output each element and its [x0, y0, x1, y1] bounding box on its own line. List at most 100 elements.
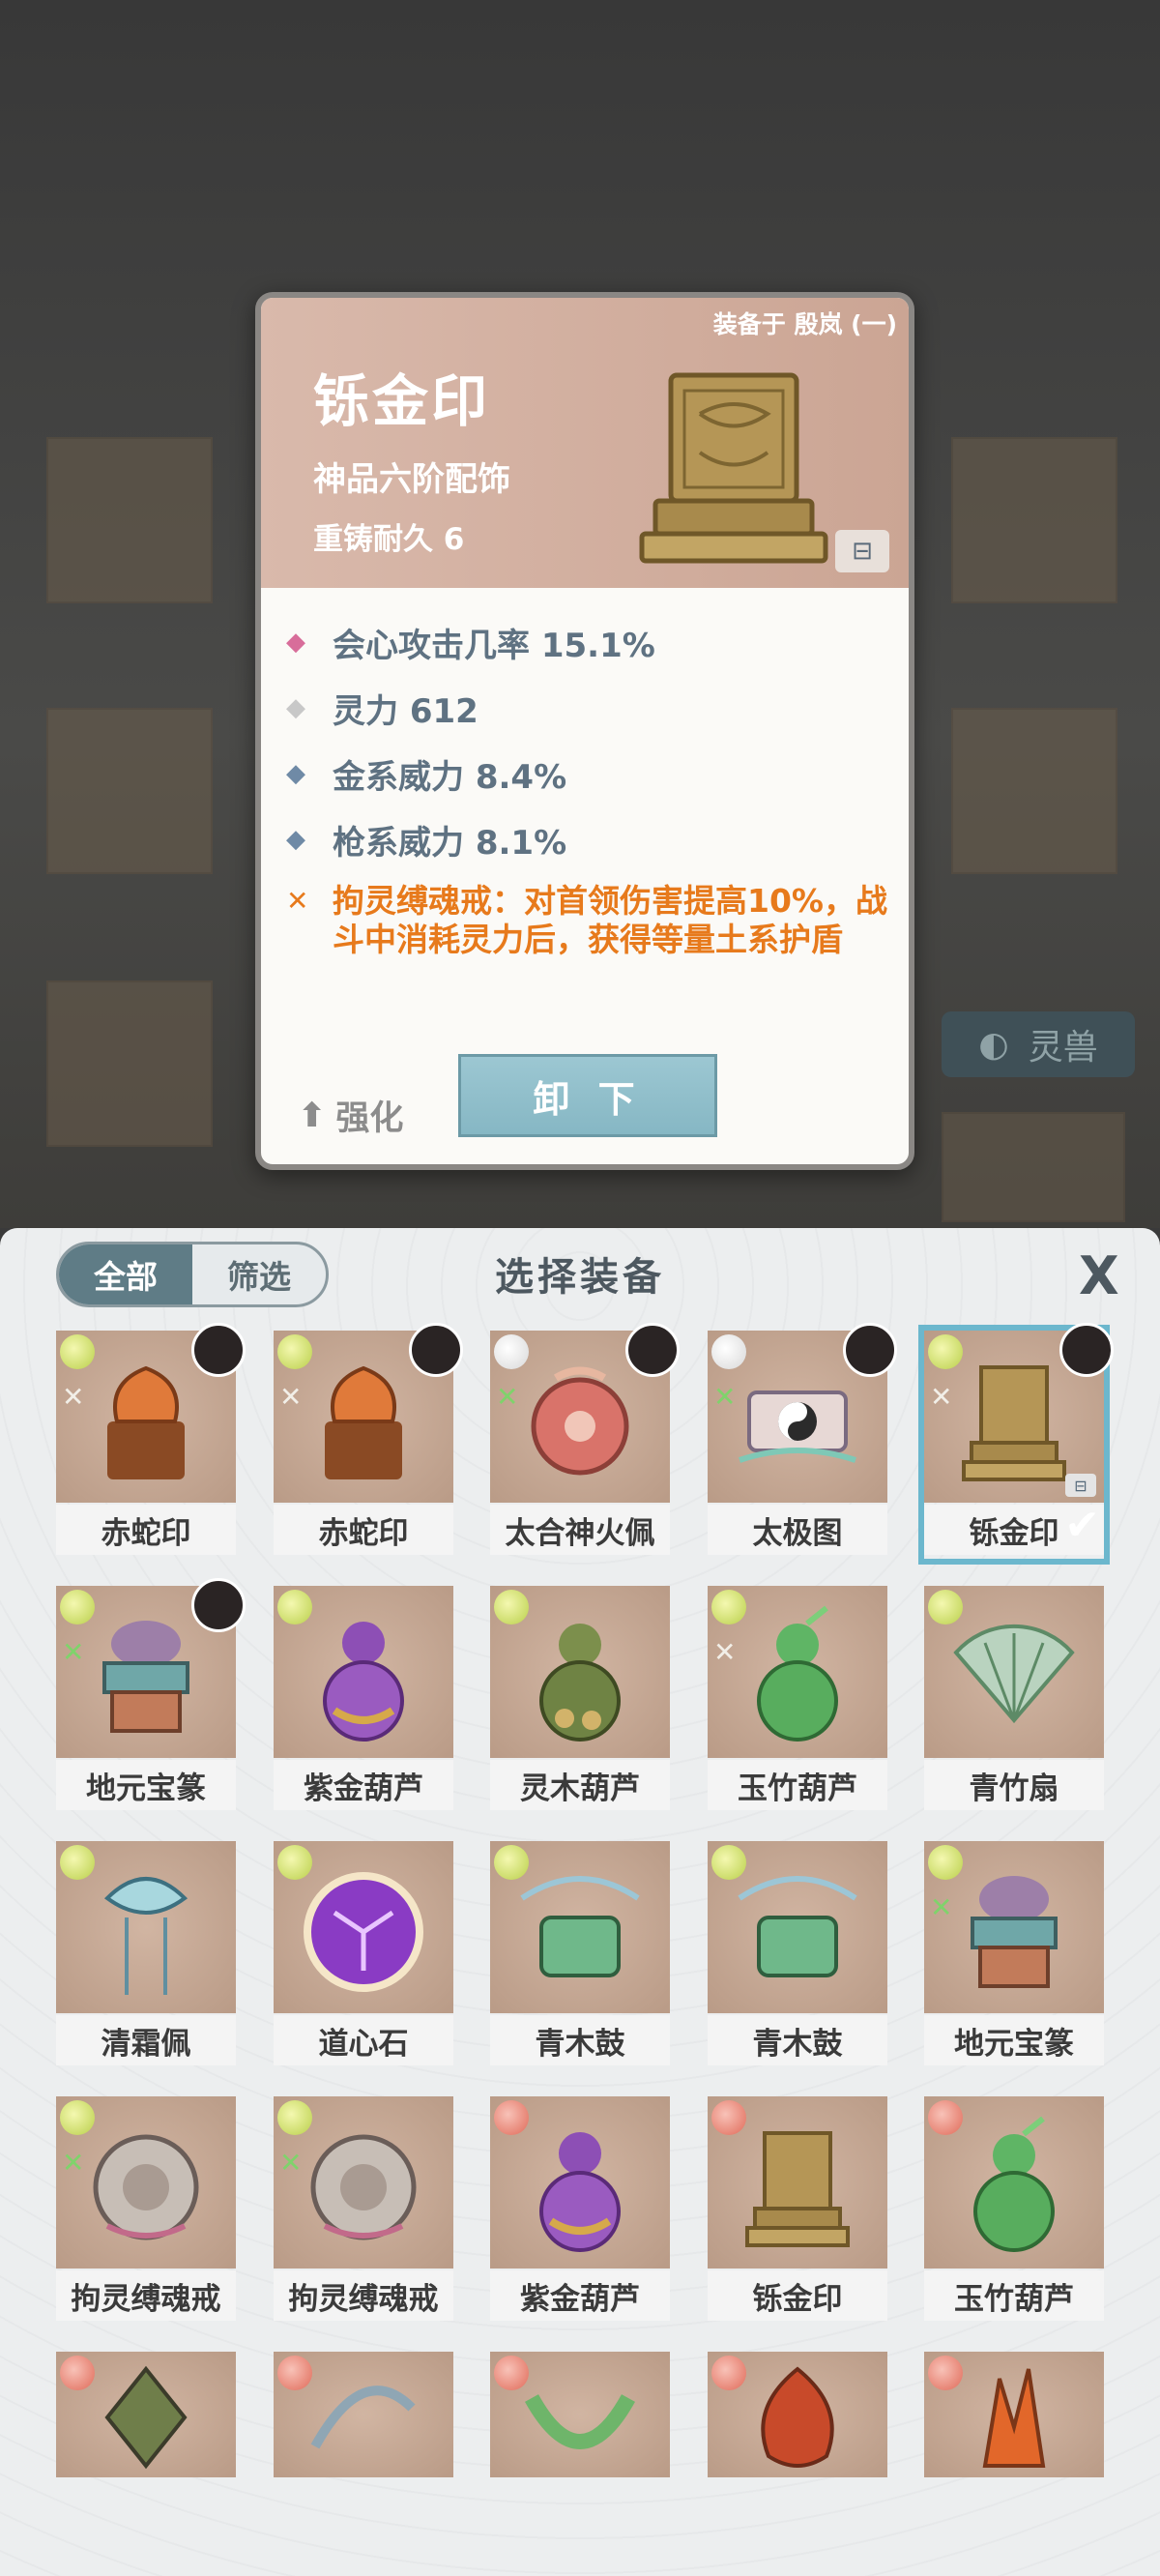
select-equipment-sheet: 全部 筛选 选择装备 X ✕ 赤蛇印 ✕ 赤蛇印 ✕ 太合神火佩 ✕ 太极图 ✕ 铄金印 ⊟ ✔ ✕ 地元…	[0, 1228, 1160, 2576]
equipment-item[interactable]: 青木鼓	[490, 1841, 670, 2069]
character-avatar	[843, 1323, 897, 1377]
fire-crystal-icon	[956, 2359, 1072, 2477]
set-mark-icon: ✕	[930, 1381, 953, 1413]
incense-burner-icon	[951, 1864, 1077, 2004]
item-name: 铄金印	[313, 368, 491, 434]
equipment-item[interactable]: ✕ 赤蛇印	[56, 1323, 246, 1559]
wood-drum-icon	[730, 1869, 865, 1999]
rank-badge-icon	[60, 2100, 95, 2135]
bg-boots-slot[interactable]	[46, 981, 213, 1147]
item-label: 青竹扇	[924, 1760, 1104, 1810]
jade-gourd-icon	[956, 2115, 1072, 2264]
enhance-label: 强化	[335, 1099, 404, 1138]
unequip-button[interactable]: 卸 下	[458, 1054, 717, 1137]
character-avatar	[625, 1323, 680, 1377]
equipment-item[interactable]: 灵木葫芦	[490, 1586, 670, 1814]
set-mark-icon: ✕	[713, 1381, 737, 1413]
equipment-item[interactable]: 青木鼓	[708, 1841, 887, 2069]
equipment-item[interactable]: ✕ 太合神火佩	[490, 1323, 680, 1559]
checkmark-icon: ✔	[1064, 1501, 1100, 1550]
equipment-item[interactable]: 青竹扇	[924, 1586, 1104, 1814]
rank-badge-icon	[711, 1845, 746, 1880]
set-mark-icon: ✕	[279, 1381, 303, 1413]
lock-icon[interactable]: ⊟	[835, 530, 889, 572]
bg-accessory-slot[interactable]	[951, 437, 1117, 603]
stat-row: ◆ 金系威力 8.4%	[286, 741, 895, 806]
set-mark-icon: ✕	[279, 2147, 303, 2179]
character-avatar	[409, 1323, 463, 1377]
rank-badge-icon	[60, 2356, 95, 2390]
equipped-by-label: 装备于 殷岚 (一)	[712, 310, 897, 338]
equipment-item[interactable]: ✕ 玉竹葫芦	[708, 1586, 887, 1814]
amulet-icon	[88, 2359, 204, 2477]
rank-badge-icon	[494, 1334, 529, 1369]
item-label: 紫金葫芦	[274, 1760, 453, 1810]
enhance-button[interactable]: ⬆ 强化	[298, 1091, 403, 1140]
equipment-item[interactable]: ✕ 地元宝篆	[924, 1841, 1104, 2069]
bamboo-fan-icon	[946, 1614, 1082, 1743]
equipment-item[interactable]: ✕ 地元宝篆	[56, 1578, 246, 1814]
rank-badge-icon	[928, 1590, 963, 1625]
arrow-up-icon: ⬆	[298, 1096, 327, 1135]
equipment-item[interactable]: ✕ 铄金印 ⊟ ✔	[918, 1323, 1114, 1565]
rank-badge-icon	[277, 1845, 312, 1880]
spirit-beast-icon: ◐	[978, 1024, 1009, 1065]
rank-badge-icon	[60, 1845, 95, 1880]
equipment-detail-card: 装备于 殷岚 (一) 铄金印 神品六阶配饰 重铸耐久 6 ⊟ ◆ 会心攻击几率 …	[255, 292, 914, 1170]
rank-badge-icon	[277, 2100, 312, 2135]
equipment-item[interactable]	[924, 2352, 1104, 2477]
equipment-item[interactable]: 紫金葫芦	[274, 1586, 453, 1814]
rank-badge-icon	[494, 2100, 529, 2135]
purple-gourd-icon	[305, 1604, 421, 1753]
equipment-item[interactable]: 玉竹葫芦	[924, 2096, 1104, 2325]
bg-beast-slot[interactable]	[942, 1112, 1125, 1222]
spirit-ring-icon	[296, 2120, 431, 2259]
stat-text: 金系威力 8.4%	[333, 757, 567, 797]
item-label: 太合神火佩	[490, 1505, 670, 1555]
equipment-item[interactable]	[708, 2352, 887, 2477]
wood-drum-icon	[512, 1869, 648, 1999]
rank-badge-icon	[277, 2356, 312, 2390]
equipment-item[interactable]	[274, 2352, 453, 2477]
rank-badge-icon	[928, 2100, 963, 2135]
bg-weapon-slot[interactable]	[46, 437, 213, 603]
blue-gem-icon: ◆	[286, 825, 305, 854]
set-mark-icon: ✕	[496, 1381, 519, 1413]
item-label: 太极图	[708, 1505, 887, 1555]
bg-armor-slot[interactable]	[46, 708, 213, 874]
equipment-item[interactable]: ✕ 拘灵缚魂戒	[56, 2096, 236, 2325]
set-effect-icon: ✕	[286, 885, 309, 917]
equipment-item[interactable]: 道心石	[274, 1841, 453, 2069]
sheet-title: 选择装备	[495, 1255, 665, 1300]
stat-row: ◆ 灵力 612	[286, 675, 895, 741]
taiji-scroll-icon	[730, 1363, 865, 1483]
equipment-item[interactable]: ✕ 拘灵缚魂戒	[274, 2096, 453, 2325]
equipment-item[interactable]	[56, 2352, 236, 2477]
rank-badge-icon	[711, 1590, 746, 1625]
equipment-item[interactable]: ✕ 赤蛇印	[274, 1323, 463, 1559]
item-label: 地元宝篆	[56, 1760, 236, 1810]
equipment-item[interactable]: ✕ 太极图	[708, 1323, 897, 1559]
item-label: 青木鼓	[490, 2015, 670, 2065]
equipment-item[interactable]: 清霜佩	[56, 1841, 236, 2069]
stat-row: ◆ 会心攻击几率 15.1%	[286, 609, 895, 675]
item-label: 拘灵缚魂戒	[56, 2270, 236, 2321]
spirit-beast-tab-label: 灵兽	[1028, 1028, 1098, 1068]
grey-gem-icon: ◆	[286, 693, 305, 722]
equipment-item[interactable]	[490, 2352, 670, 2477]
character-avatar	[191, 1323, 246, 1377]
rank-badge-icon	[277, 1334, 312, 1369]
equipment-item[interactable]: 铄金印	[708, 2096, 887, 2325]
stat-text: 灵力 612	[333, 691, 478, 731]
spirit-beast-tab[interactable]: ◐ 灵兽	[942, 1011, 1135, 1077]
close-icon[interactable]: X	[1079, 1245, 1119, 1306]
item-label: 地元宝篆	[924, 2015, 1104, 2065]
item-label: 玉竹葫芦	[708, 1760, 887, 1810]
rank-badge-icon	[494, 1845, 529, 1880]
item-label: 玉竹葫芦	[924, 2270, 1104, 2321]
item-label: 道心石	[274, 2015, 453, 2065]
dao-stone-icon	[296, 1864, 431, 2004]
equipment-item[interactable]: 紫金葫芦	[490, 2096, 670, 2325]
bg-relic-slot[interactable]	[951, 708, 1117, 874]
character-avatar	[191, 1578, 246, 1632]
